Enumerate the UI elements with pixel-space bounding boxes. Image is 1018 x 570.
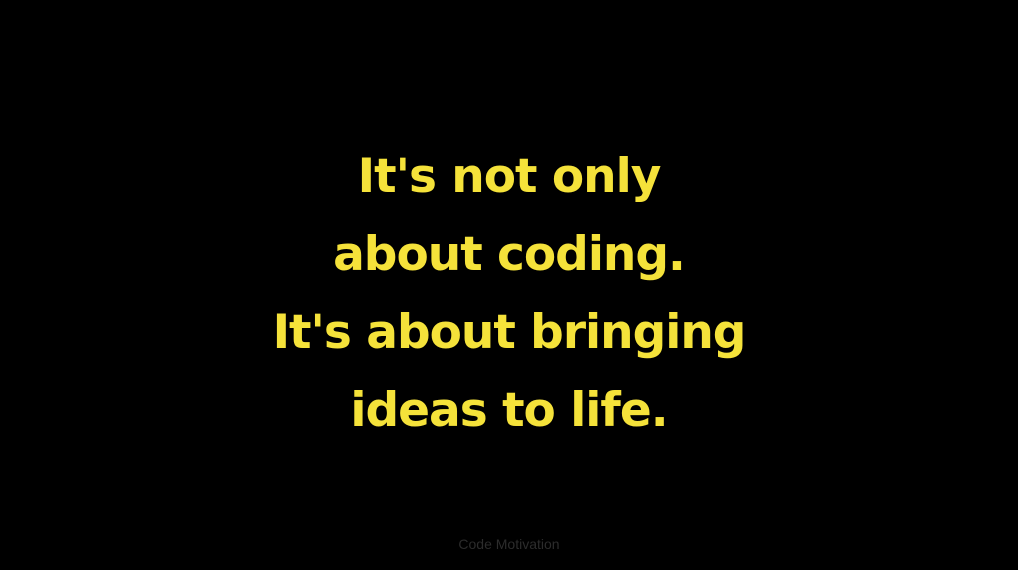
- quote-line-4: ideas to life.: [350, 383, 668, 438]
- quote-line-1: It's not only: [357, 149, 662, 204]
- quote-text: It's not only about coding. It's about b…: [0, 138, 1018, 450]
- quote-slide: It's not only about coding. It's about b…: [0, 0, 1018, 570]
- quote-line-2: about coding.: [333, 227, 686, 282]
- watermark-text: Code Motivation: [458, 536, 560, 552]
- quote-line-3: It's about bringing: [272, 305, 747, 360]
